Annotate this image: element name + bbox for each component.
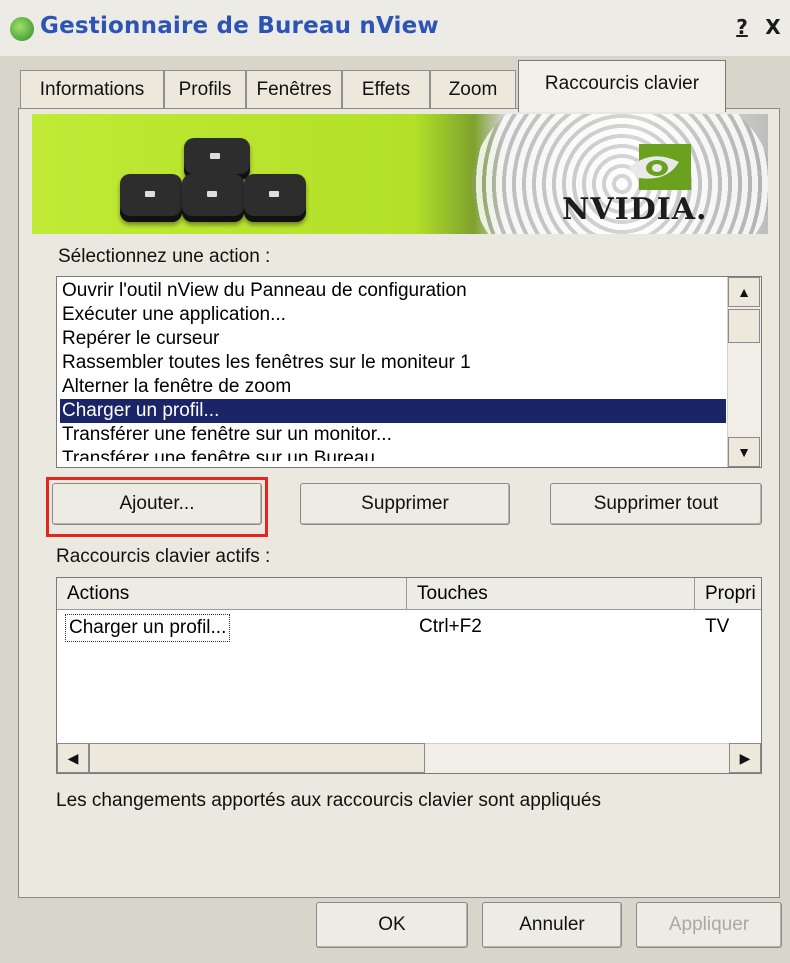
active-hotkeys-label: Raccourcis clavier actifs :	[56, 546, 271, 567]
dialog-window: Gestionnaire de Bureau nView ? X Informa…	[0, 0, 790, 963]
help-button[interactable]: ?	[729, 14, 755, 40]
keyboard-key-icon	[244, 174, 306, 222]
action-listbox[interactable]: Ouvrir l'outil nView du Panneau de confi…	[56, 276, 762, 468]
tab-profils[interactable]: Profils	[164, 70, 246, 110]
list-item[interactable]: Alterner la fenêtre de zoom	[60, 375, 726, 399]
close-button[interactable]: X	[760, 14, 786, 40]
column-header-proprietes[interactable]: Propri	[695, 578, 761, 610]
scroll-up-button[interactable]: ▲	[728, 277, 760, 307]
list-item[interactable]: Ouvrir l'outil nView du Panneau de confi…	[60, 279, 726, 303]
ok-button[interactable]: OK	[316, 902, 468, 948]
tab-effets[interactable]: Effets	[342, 70, 430, 110]
nvidia-logo: NVIDIA.	[562, 192, 708, 227]
horizontal-scrollbar[interactable]: ◀ ▶	[57, 743, 761, 773]
list-item[interactable]: Transférer une fenêtre sur un Bureau...	[60, 447, 726, 461]
active-hotkeys-listview[interactable]: Actions Touches Propri Charger un profil…	[56, 577, 762, 774]
scroll-thumb[interactable]	[728, 309, 760, 343]
list-item[interactable]: Repérer le curseur	[60, 327, 726, 351]
tab-raccourcis-clavier[interactable]: Raccourcis clavier	[518, 60, 726, 112]
title-bar: Gestionnaire de Bureau nView ? X	[0, 0, 790, 56]
column-header-touches[interactable]: Touches	[407, 578, 695, 610]
add-button-highlight	[46, 477, 268, 537]
list-item[interactable]: Rassembler toutes les fenêtres sur le mo…	[60, 351, 726, 375]
scroll-left-button[interactable]: ◀	[57, 743, 89, 773]
list-item[interactable]: Exécuter une application...	[60, 303, 726, 327]
scroll-down-button[interactable]: ▼	[728, 437, 760, 467]
vertical-scrollbar[interactable]: ▲ ▼	[727, 277, 761, 467]
apply-button[interactable]: Appliquer	[636, 902, 782, 948]
nvidia-eye-icon	[629, 144, 691, 190]
list-item-selected[interactable]: Charger un profil...	[60, 399, 726, 423]
window-title: Gestionnaire de Bureau nView	[40, 13, 439, 39]
column-header-actions[interactable]: Actions	[57, 578, 407, 610]
hotkey-prop-cell: TV	[705, 616, 730, 637]
keyboard-key-icon	[120, 174, 182, 222]
cancel-button[interactable]: Annuler	[482, 902, 622, 948]
tab-zoom[interactable]: Zoom	[430, 70, 516, 110]
nview-app-icon	[10, 17, 34, 41]
tab-informations[interactable]: Informations	[20, 70, 164, 110]
remove-all-button[interactable]: Supprimer tout	[550, 483, 762, 525]
list-item[interactable]: Transférer une fenêtre sur un monitor...	[60, 423, 726, 447]
nvidia-banner: NVIDIA.	[32, 114, 768, 234]
hotkey-keys-cell: Ctrl+F2	[419, 616, 482, 637]
keyboard-key-icon	[182, 174, 244, 222]
action-list-label: Sélectionnez une action :	[58, 246, 271, 267]
tab-fenetres[interactable]: Fenêtres	[246, 70, 342, 110]
hotkey-action-cell[interactable]: Charger un profil...	[65, 614, 231, 642]
scroll-right-button[interactable]: ▶	[729, 743, 761, 773]
info-note: Les changements apportés aux raccourcis …	[56, 790, 601, 811]
scroll-thumb[interactable]	[89, 743, 425, 773]
remove-button[interactable]: Supprimer	[300, 483, 510, 525]
